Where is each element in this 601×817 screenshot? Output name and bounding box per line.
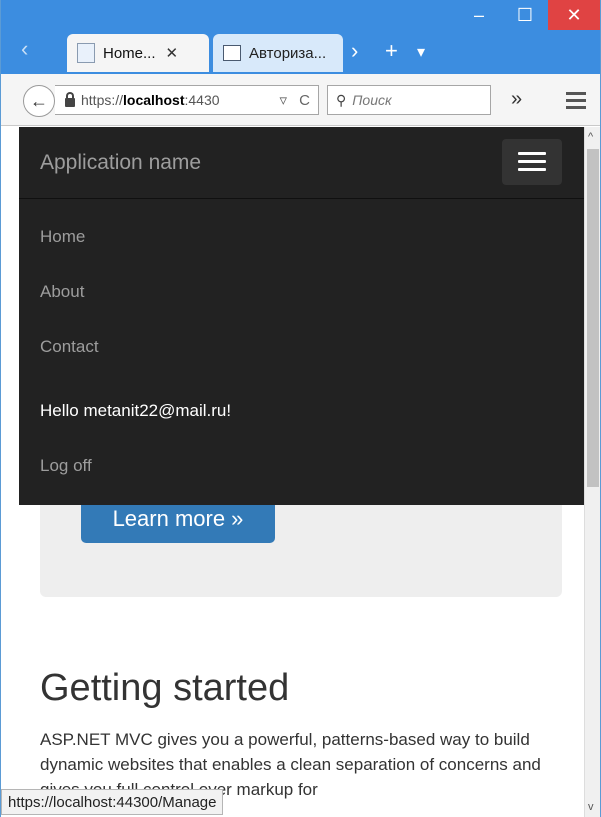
back-button[interactable]: ←: [23, 85, 55, 117]
hamburger-menu-icon[interactable]: [566, 92, 586, 113]
navbar-divider: [19, 198, 584, 199]
address-bar[interactable]: https:// localhost :4430 ▿ C: [55, 85, 319, 115]
title-bar: – ☐ ✕ ‹ Home... ✕ Авториза... › + ▾: [1, 0, 600, 78]
url-scheme: https://: [81, 92, 124, 108]
tab-home[interactable]: Home... ✕: [67, 34, 209, 72]
nav-item-logoff[interactable]: Log off: [40, 456, 92, 476]
minimize-button[interactable]: –: [456, 0, 502, 30]
maximize-button[interactable]: ☐: [502, 0, 548, 30]
brand-link[interactable]: Application name: [40, 151, 201, 175]
nav-item-home[interactable]: Home: [40, 227, 85, 247]
url-host: localhost: [123, 92, 185, 108]
search-placeholder: Поиск: [352, 92, 392, 108]
navigation-toolbar: ← https:// localhost :4430 ▿ C ⚲ Поиск »: [1, 74, 600, 126]
url-dropdown-icon[interactable]: ▿: [279, 92, 287, 109]
search-input[interactable]: ⚲ Поиск: [327, 85, 491, 115]
status-link-tooltip: https://localhost:44300/Manage: [1, 789, 224, 815]
page-viewport: Learn more » Getting started ASP.NET MVC…: [1, 127, 584, 817]
tab-scroll-left-button[interactable]: ‹: [21, 36, 28, 62]
nav-item-contact[interactable]: Contact: [40, 337, 99, 357]
back-arrow-icon: ←: [30, 90, 48, 111]
nav-item-about[interactable]: About: [40, 282, 84, 302]
tab-scroll-right-button[interactable]: ›: [351, 38, 358, 64]
tab-close-icon[interactable]: ✕: [166, 44, 179, 62]
url-port: :4430: [184, 92, 220, 108]
lock-icon: [65, 91, 75, 107]
nav-item-manage-account[interactable]: Hello metanit22@mail.ru!: [40, 401, 231, 421]
search-icon: ⚲: [336, 91, 347, 108]
scroll-down-icon[interactable]: v: [588, 801, 594, 813]
tab-strip: ‹ Home... ✕ Авториза... › + ▾: [1, 30, 600, 74]
scroll-up-icon[interactable]: ^: [588, 131, 593, 143]
tab-home-label: Home...: [103, 44, 156, 62]
tab-authorization-label: Авториза...: [249, 44, 327, 62]
navbar-toggle-button[interactable]: [502, 139, 562, 185]
tab-list-button[interactable]: ▾: [417, 42, 425, 62]
navbar-collapsed-menu: Application name Home About Contact Hell…: [19, 127, 584, 505]
window-controls: – ☐ ✕: [456, 0, 600, 30]
new-tab-button[interactable]: +: [385, 38, 398, 64]
browser-window: – ☐ ✕ ‹ Home... ✕ Авториза... › + ▾ ← ht…: [0, 0, 601, 817]
scroll-thumb[interactable]: [587, 149, 599, 487]
section-heading: Getting started: [40, 667, 290, 709]
url-actions: ▿ C: [279, 91, 310, 109]
vertical-scrollbar[interactable]: ^ v: [584, 127, 600, 817]
page-icon: [77, 43, 95, 63]
toolbar-overflow-button[interactable]: »: [511, 88, 522, 111]
reload-icon[interactable]: C: [299, 92, 310, 109]
close-window-button[interactable]: ✕: [548, 0, 600, 30]
tab-authorization[interactable]: Авториза...: [213, 34, 343, 72]
mail-icon: [223, 45, 241, 61]
